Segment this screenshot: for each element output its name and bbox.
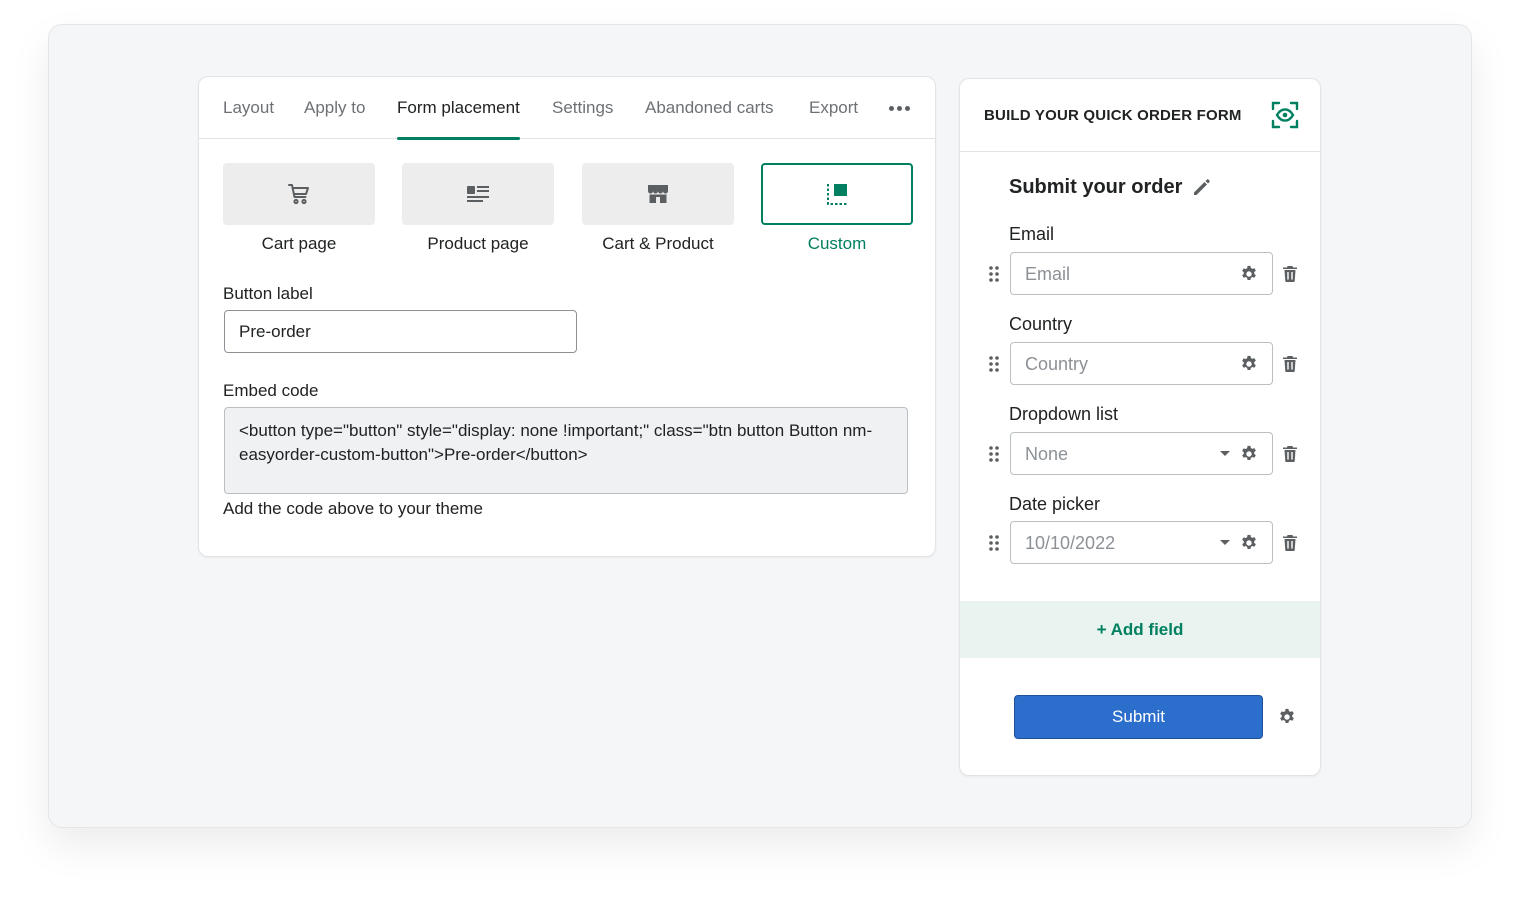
tab-form-placement[interactable]: Form placement <box>397 77 520 140</box>
tab-export[interactable]: Export <box>809 77 858 139</box>
placement-option-custom[interactable]: Custom <box>761 163 913 254</box>
field-label-date-picker: Date picker <box>1009 494 1101 514</box>
pencil-edit-icon[interactable] <box>1192 177 1212 197</box>
embed-code-heading: Embed code <box>223 381 319 400</box>
embed-code-help-text: Add the code above to your theme <box>223 499 483 518</box>
field-label-country: Country <box>1009 314 1073 334</box>
placement-option-label: Cart page <box>261 234 337 253</box>
drag-handle-icon[interactable] <box>987 445 1001 463</box>
eye-preview-icon[interactable] <box>1271 101 1299 129</box>
placement-option-label: Product page <box>427 234 529 253</box>
gear-icon[interactable] <box>1278 708 1296 726</box>
gear-icon[interactable] <box>1240 355 1258 373</box>
form-placement-card: Layout Apply to Form placement Settings … <box>198 76 936 557</box>
placement-option-product-page[interactable]: Product page <box>402 163 554 254</box>
placement-option-cart-and-product[interactable]: Cart & Product <box>582 163 734 254</box>
button-label-input[interactable] <box>224 310 577 353</box>
horizontal-dots-icon[interactable] <box>889 99 913 117</box>
form-title: Submit your order <box>1009 176 1183 198</box>
product-list-icon <box>467 186 489 202</box>
tab-layout[interactable]: Layout <box>223 77 274 139</box>
submit-button[interactable]: Submit <box>1014 695 1263 739</box>
tab-bar: Layout Apply to Form placement Settings … <box>199 77 935 140</box>
placement-option-label: Cart & Product <box>602 234 714 253</box>
placement-option-tile <box>402 163 554 225</box>
tab-apply-to[interactable]: Apply to <box>304 77 365 139</box>
placement-option-tile <box>761 163 913 225</box>
builder-title: BUILD YOUR QUICK ORDER FORM <box>984 107 1242 124</box>
placement-option-cart-page[interactable]: Cart page <box>223 163 375 254</box>
embed-code-box[interactable]: <button type="button" style="display: no… <box>224 407 908 494</box>
trash-icon[interactable] <box>1283 356 1297 372</box>
gear-icon[interactable] <box>1240 265 1258 283</box>
country-field[interactable]: Country <box>1010 342 1273 385</box>
drag-handle-icon[interactable] <box>987 355 1001 373</box>
tab-abandoned-carts[interactable]: Abandoned carts <box>645 77 774 139</box>
builder-header: BUILD YOUR QUICK ORDER FORM <box>960 79 1320 152</box>
gear-icon[interactable] <box>1240 534 1258 552</box>
store-icon <box>648 185 668 203</box>
custom-layout-icon <box>827 184 847 205</box>
chevron-down-icon <box>1220 451 1230 456</box>
date-picker-field[interactable]: 10/10/2022 <box>1010 521 1273 564</box>
add-field-button[interactable]: + Add field <box>960 601 1320 658</box>
field-label-dropdown-list: Dropdown list <box>1009 404 1119 424</box>
drag-handle-icon[interactable] <box>987 534 1001 552</box>
date-picker-value: 10/10/2022 <box>1025 533 1116 553</box>
country-field-placeholder: Country <box>1025 354 1089 374</box>
trash-icon[interactable] <box>1283 446 1297 462</box>
dropdown-list-select[interactable]: None <box>1010 432 1273 475</box>
trash-icon[interactable] <box>1283 535 1297 551</box>
email-field[interactable]: Email <box>1010 252 1273 295</box>
dropdown-list-value: None <box>1025 444 1069 464</box>
chevron-down-icon <box>1220 540 1230 545</box>
email-field-placeholder: Email <box>1025 264 1071 284</box>
placement-option-label: Custom <box>807 234 867 253</box>
field-label-email: Email <box>1009 224 1055 244</box>
form-builder-card: BUILD YOUR QUICK ORDER FORM Submit your … <box>959 78 1321 776</box>
button-label-heading: Button label <box>223 284 313 303</box>
placement-option-tile <box>223 163 375 225</box>
drag-handle-icon[interactable] <box>987 265 1001 283</box>
placement-option-tile <box>582 163 734 225</box>
gear-icon[interactable] <box>1240 445 1258 463</box>
cart-icon <box>288 184 309 205</box>
tab-settings[interactable]: Settings <box>552 77 613 139</box>
trash-icon[interactable] <box>1283 266 1297 282</box>
